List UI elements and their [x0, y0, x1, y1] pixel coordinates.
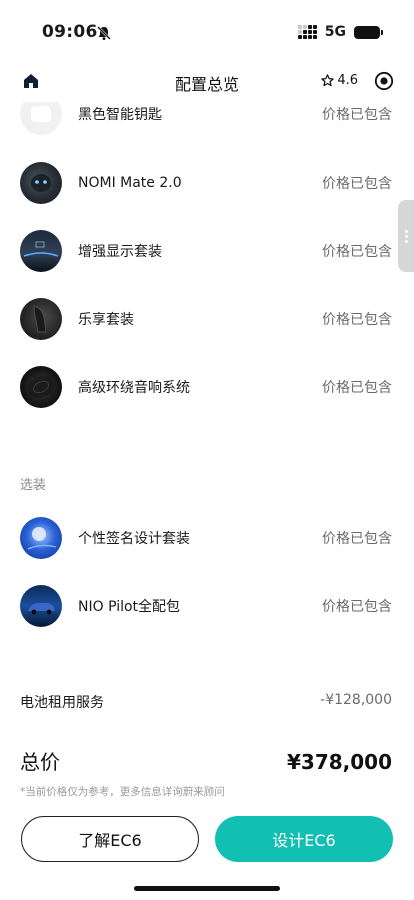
- list-item[interactable]: NIO Pilot全配包 价格已包含: [0, 584, 414, 628]
- battery-service-label: 电池租用服务: [20, 695, 104, 711]
- item-name: NIO Pilot全配包: [78, 599, 181, 615]
- rating[interactable]: 4.6: [321, 73, 358, 88]
- item-name: 个性签名设计套装: [78, 531, 190, 547]
- item-thumbnail: [20, 366, 62, 408]
- list-item[interactable]: NOMI Mate 2.0 价格已包含: [0, 161, 414, 205]
- total-label: 总价: [20, 750, 60, 774]
- status-bar: 09:06 5G: [0, 0, 414, 56]
- signal-icon: [297, 25, 317, 39]
- item-thumbnail: [20, 102, 62, 135]
- item-price: 价格已包含: [322, 531, 392, 547]
- status-indicators: 5G: [297, 24, 383, 40]
- item-thumbnail: [20, 517, 62, 559]
- key-icon: [31, 106, 51, 122]
- list-item[interactable]: 个性签名设计套装 价格已包含: [0, 516, 414, 560]
- star-icon: [321, 74, 334, 87]
- total-value: ¥378,000: [286, 750, 392, 774]
- battery-service-row: 电池租用服务 -¥128,000: [20, 692, 392, 712]
- home-indicator: [134, 886, 280, 891]
- item-price: 价格已包含: [322, 176, 392, 192]
- item-price: 价格已包含: [322, 380, 392, 396]
- item-price: 价格已包含: [322, 244, 392, 260]
- item-name: 黑色智能钥匙: [78, 107, 162, 123]
- speaker-icon: [27, 376, 55, 398]
- display-icon: [23, 241, 59, 257]
- item-thumbnail: [20, 298, 62, 340]
- car-icon: [28, 603, 55, 615]
- item-name: 增强显示套装: [78, 244, 162, 260]
- nomi-icon: [31, 174, 51, 192]
- item-price: 价格已包含: [322, 599, 392, 615]
- bell-muted-icon: [97, 26, 111, 40]
- status-time: 09:06: [42, 22, 98, 42]
- battery-icon: [354, 25, 383, 39]
- list-item[interactable]: 黑色智能钥匙 价格已包含: [0, 102, 414, 136]
- design-ec6-button[interactable]: 设计EC6: [215, 816, 393, 862]
- config-list[interactable]: 黑色智能钥匙 价格已包含 NOMI Mate 2.0 价格已包含 增强显示套装 …: [0, 102, 414, 812]
- learn-ec6-button[interactable]: 了解EC6: [21, 816, 199, 862]
- section-label-optional: 选装: [20, 478, 47, 493]
- list-item[interactable]: 高级环绕音响系统 价格已包含: [0, 365, 414, 409]
- item-name: 乐享套装: [78, 312, 134, 328]
- list-item[interactable]: 增强显示套装 价格已包含: [0, 229, 414, 273]
- item-price: 价格已包含: [322, 107, 392, 123]
- network-label: 5G: [324, 24, 346, 40]
- side-drawer-handle[interactable]: [398, 200, 414, 272]
- item-name: 高级环绕音响系统: [78, 380, 190, 396]
- rating-value: 4.6: [337, 73, 358, 88]
- list-item[interactable]: 乐享套装 价格已包含: [0, 297, 414, 341]
- signature-badge-icon: [27, 527, 57, 550]
- seat-icon: [33, 305, 47, 333]
- total-row: 总价 ¥378,000: [20, 746, 392, 775]
- battery-service-value: -¥128,000: [320, 692, 392, 708]
- item-name: NOMI Mate 2.0: [78, 175, 182, 191]
- item-thumbnail: [20, 585, 62, 627]
- target-icon[interactable]: [374, 71, 394, 91]
- nav-bar: 配置总览 4.6: [0, 62, 414, 102]
- price-disclaimer: *当前价格仅为参考，更多信息详询蔚来顾问: [20, 786, 225, 798]
- item-thumbnail: [20, 230, 62, 272]
- item-thumbnail: [20, 162, 62, 204]
- item-price: 价格已包含: [322, 312, 392, 328]
